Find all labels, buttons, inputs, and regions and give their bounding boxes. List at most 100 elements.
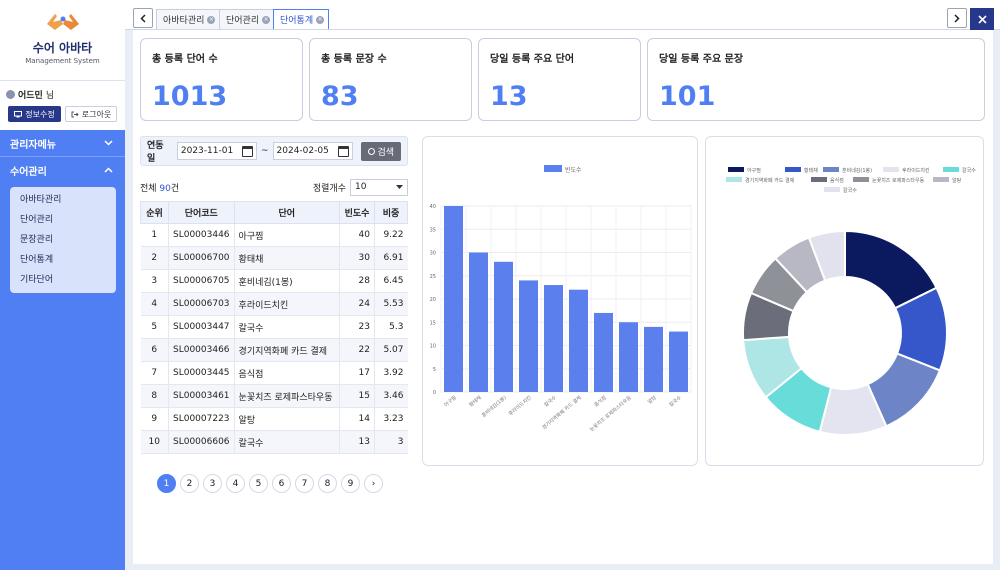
tab-prev-button[interactable] — [133, 8, 153, 28]
chevron-right-icon — [954, 13, 960, 23]
page-button[interactable]: 8 — [318, 474, 337, 493]
sidebar: 수어 아바타 Management System 어드민 님 정보수정 로그아웃… — [0, 0, 125, 570]
calendar-icon[interactable] — [241, 145, 253, 157]
date-to-input[interactable]: 2024-02-05 — [272, 142, 353, 160]
table-row[interactable]: 6 SL00003466 경기지역화폐 카드 결제 22 5.07 — [140, 338, 408, 362]
page-size-select[interactable]: 10 — [350, 178, 408, 196]
legend-label: 경기지역화폐 카드 결제 — [745, 177, 795, 184]
tab-close-icon[interactable]: × — [207, 15, 216, 24]
sidebar-item-word-stats[interactable]: 단어통계 — [10, 250, 116, 270]
donut-chart-panel: 아구찜 황태채 훈비네김(1봉) 후라이드치킨 칼국수 경기지역화폐 카드 결제 음식점 눈꽃… — [705, 136, 984, 466]
bar — [519, 280, 538, 392]
x-tick-label: 칼국수 — [668, 394, 683, 408]
table-row[interactable]: 10 SL00006606 칼국수 13 3 — [140, 430, 408, 454]
page-button[interactable]: 7 — [295, 474, 314, 493]
nav-admin-menu[interactable]: 관리자메뉴 — [0, 130, 125, 156]
legend-label: 훈비네김(1봉) — [842, 167, 872, 174]
donut-chart: 아구찜 황태채 훈비네김(1봉) 후라이드치킨 칼국수경기지역화폐 카드 결제 음식점 눈꽃… — [726, 167, 976, 436]
page-button[interactable]: 3 — [203, 474, 222, 493]
bar — [494, 261, 513, 392]
col-ratio: 비중 — [374, 201, 408, 224]
close-all-tabs-button[interactable] — [970, 8, 994, 30]
sidebar-item-other-words[interactable]: 기타단어 — [10, 270, 116, 290]
legend-label: 빈도수 — [565, 166, 582, 174]
sidebar-item-sentences[interactable]: 문장관리 — [10, 230, 116, 250]
cell-frequency: 28 — [339, 269, 375, 293]
page-button[interactable]: 6 — [272, 474, 291, 493]
tab-word-stats[interactable]: 단어통계 × — [273, 9, 330, 29]
sidebar-item-avatar[interactable]: 아바타관리 — [10, 190, 116, 210]
legend-swatch — [823, 167, 839, 172]
table-row[interactable]: 9 SL00007223 알탕 14 3.23 — [140, 407, 408, 431]
cell-code: SL00003466 — [168, 338, 235, 362]
bar — [569, 289, 588, 392]
table-row[interactable]: 5 SL00003447 칼국수 23 5.3 — [140, 315, 408, 339]
tab-close-icon[interactable]: × — [262, 15, 271, 24]
cell-ratio: 5.07 — [374, 338, 408, 362]
date-from-input[interactable]: 2023-11-01 — [176, 142, 257, 160]
nav-sign-menu[interactable]: 수어관리 — [0, 157, 125, 183]
table-row[interactable]: 3 SL00006705 훈비네김(1봉) 28 6.45 — [140, 269, 408, 293]
tab-close-icon[interactable]: × — [316, 15, 325, 24]
cell-ratio: 6.45 — [374, 269, 408, 293]
tab-next-button[interactable] — [947, 8, 967, 28]
next-page-button[interactable]: › — [364, 474, 383, 493]
logout-button[interactable]: 로그아웃 — [65, 106, 117, 122]
caret-down-icon — [396, 185, 403, 189]
page-button[interactable]: 2 — [180, 474, 199, 493]
cell-ratio: 3.92 — [374, 361, 408, 385]
sidebar-item-words[interactable]: 단어관리 — [10, 210, 116, 230]
cell-word: 눈꽃치즈 로제파스타우동 — [233, 384, 340, 408]
cell-rank: 3 — [140, 269, 169, 293]
tab-avatar[interactable]: 아바타관리 × — [156, 9, 221, 29]
x-tick-label: 훈비네김(1봉) — [480, 394, 508, 419]
nav-submenu: 아바타관리 단어관리 문장관리 단어통계 기타단어 — [10, 187, 116, 293]
bar-chart: 빈도수 0 5 10 15 20 25 30 35 40 아구찜 황태채훈비네김(1봉) 후라이드치킨 칼… — [430, 165, 692, 433]
col-rank: 순위 — [140, 201, 169, 224]
user-suffix: 님 — [45, 91, 55, 101]
chevron-up-icon — [104, 167, 113, 173]
cell-ratio: 3.23 — [374, 407, 408, 431]
table-row[interactable]: 7 SL00003445 음식점 17 3.92 — [140, 361, 408, 385]
table-row[interactable]: 8 SL00003461 눈꽃치즈 로제파스타우동 15 3.46 — [140, 384, 408, 408]
page-button[interactable]: 5 — [249, 474, 268, 493]
date-search-bar: 연동일 2023-11-01 ~ 2024-02-05 검색 — [140, 136, 408, 166]
tab-bar: 아바타관리 × 단어관리 × 단어통계 × — [125, 0, 1000, 30]
page-button[interactable]: 1 — [157, 474, 176, 493]
legend-label: 음식점 — [830, 177, 844, 184]
cell-word: 칼국수 — [233, 430, 340, 454]
stat-card-daily-sentences: 당일 등록 주요 문장 101 — [647, 38, 985, 121]
list-summary: 전체 90건 정렬개수 10 — [140, 178, 408, 196]
page-button[interactable]: 9 — [341, 474, 360, 493]
calendar-icon[interactable] — [337, 145, 349, 157]
user-name: 어드민 — [18, 91, 43, 101]
cell-frequency: 15 — [339, 384, 375, 408]
page-button[interactable]: 4 — [226, 474, 245, 493]
table-row[interactable]: 1 SL00003446 아구찜 40 9.22 — [140, 223, 408, 247]
cell-rank: 1 — [140, 223, 169, 247]
bar — [469, 252, 488, 392]
table-row[interactable]: 2 SL00006700 황태채 30 6.91 — [140, 246, 408, 270]
cell-frequency: 14 — [339, 407, 375, 431]
y-tick-label: 0 — [433, 390, 436, 396]
cell-ratio: 6.91 — [374, 246, 408, 270]
cell-code: SL00003447 — [168, 315, 235, 339]
col-word: 단어 — [233, 201, 341, 224]
date-from-value: 2023-11-01 — [180, 146, 234, 156]
edit-info-button[interactable]: 정보수정 — [8, 106, 61, 122]
legend-label: 칼국수 — [843, 187, 857, 194]
logout-icon — [71, 111, 79, 117]
stat-card-daily-words: 당일 등록 주요 단어 13 — [478, 38, 641, 121]
bar — [619, 322, 638, 392]
cell-code: SL00003445 — [168, 361, 235, 385]
cell-word: 훈비네김(1봉) — [233, 269, 340, 293]
tab-words[interactable]: 단어관리 × — [219, 9, 276, 29]
legend-label: 칼국수 — [962, 167, 976, 174]
table-row[interactable]: 4 SL00006703 후라이드치킨 24 5.53 — [140, 292, 408, 316]
legend-swatch — [728, 167, 744, 172]
search-button[interactable]: 검색 — [360, 141, 401, 161]
cell-ratio: 9.22 — [374, 223, 408, 247]
monitor-icon — [14, 110, 23, 117]
user-icon — [6, 90, 15, 99]
cell-word: 경기지역화폐 카드 결제 — [233, 338, 340, 362]
